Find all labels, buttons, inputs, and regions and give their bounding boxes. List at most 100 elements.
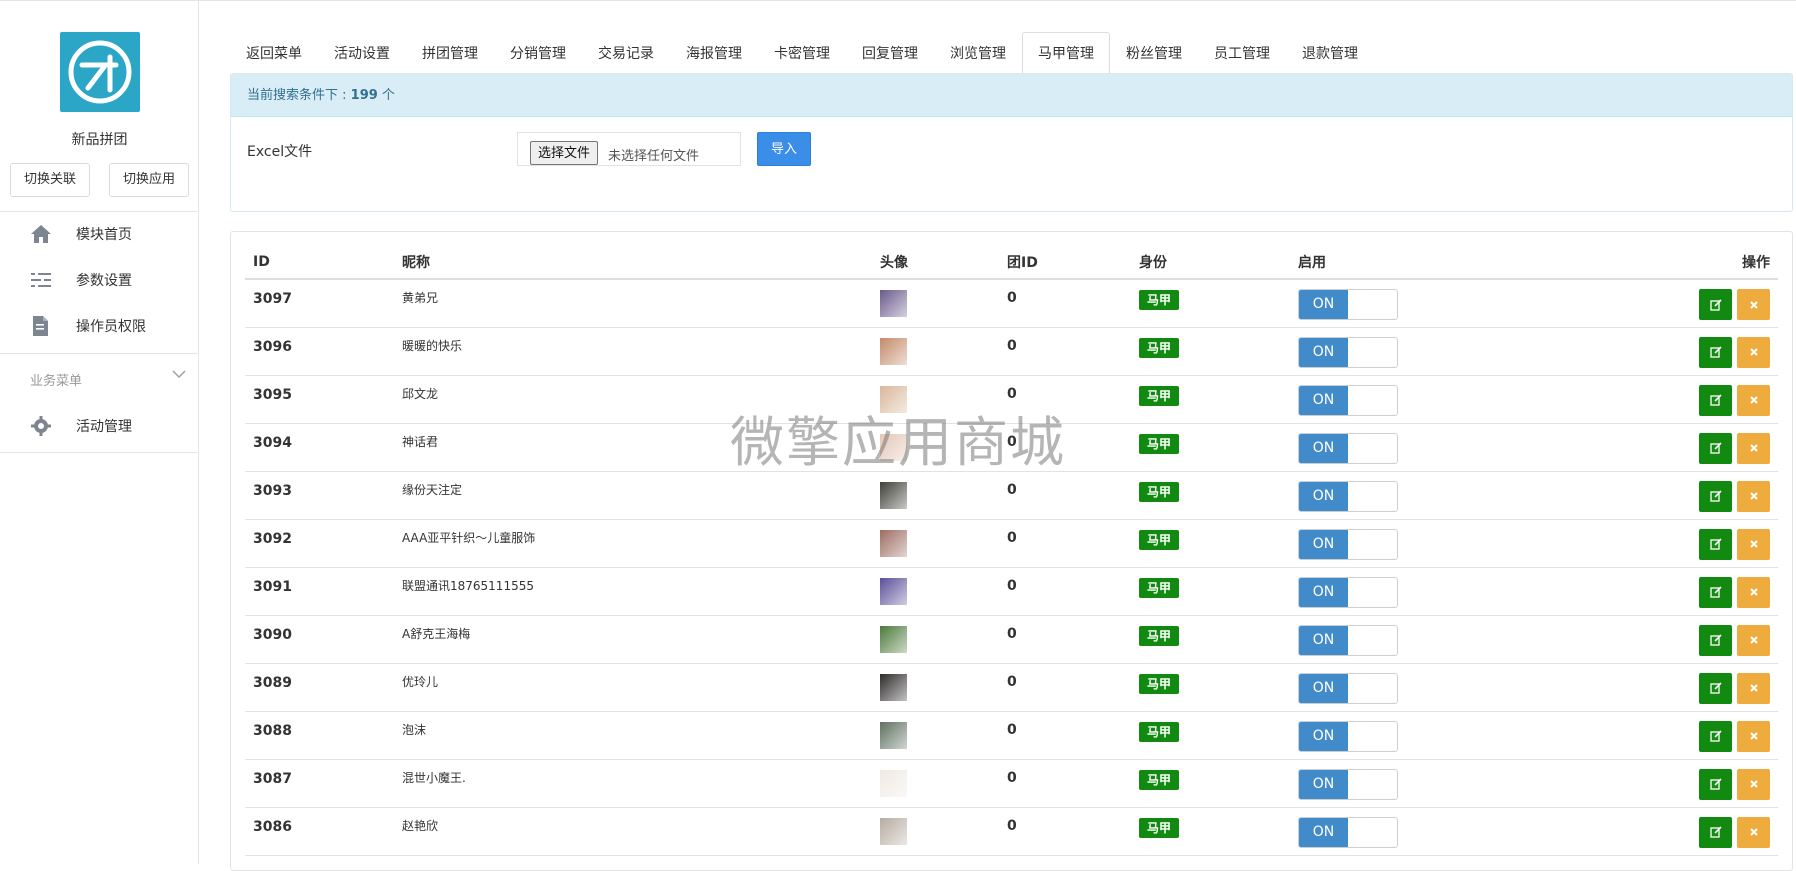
sidebar-item-params[interactable]: 参数设置 bbox=[0, 260, 199, 300]
row-actions bbox=[1554, 711, 1778, 760]
search-info-bar: 当前搜索条件下 : 199 个 bbox=[231, 74, 1792, 117]
column-header-nickname[interactable]: 昵称 bbox=[394, 246, 872, 280]
delete-button[interactable] bbox=[1737, 624, 1770, 656]
edit-button[interactable] bbox=[1699, 528, 1732, 560]
sidebar-item-operator-permissions[interactable]: 操作员权限 bbox=[0, 306, 199, 346]
enabled-toggle[interactable]: ON bbox=[1298, 528, 1398, 560]
row-group-id: 0 bbox=[999, 663, 1131, 712]
tab-activity-settings[interactable]: 活动设置 bbox=[318, 32, 406, 74]
sidebar-item-module-home[interactable]: 模块首页 bbox=[0, 214, 199, 254]
tab-distribution[interactable]: 分销管理 bbox=[494, 32, 582, 74]
business-menu-label: 业务菜单 bbox=[30, 374, 83, 389]
toggle-off-half bbox=[1348, 290, 1397, 319]
identity-badge: 马甲 bbox=[1139, 290, 1180, 310]
enabled-toggle[interactable]: ON bbox=[1298, 720, 1398, 752]
enabled-toggle[interactable]: ON bbox=[1298, 432, 1398, 464]
row-identity-cell: 马甲 bbox=[1131, 279, 1290, 328]
tab-staff[interactable]: 员工管理 bbox=[1198, 32, 1286, 74]
row-nickname: 联盟通讯18765111555 bbox=[394, 567, 872, 616]
tab-posters[interactable]: 海报管理 bbox=[670, 32, 758, 74]
row-identity-cell: 马甲 bbox=[1131, 759, 1290, 808]
edit-button[interactable] bbox=[1699, 624, 1732, 656]
close-icon bbox=[1749, 492, 1758, 500]
delete-button[interactable] bbox=[1737, 576, 1770, 608]
edit-icon bbox=[1709, 394, 1722, 406]
sidebar-item-activity-management[interactable]: 活动管理 bbox=[0, 406, 199, 446]
delete-button[interactable] bbox=[1737, 528, 1770, 560]
table-row: 3087 混世小魔王. 0 马甲 ON bbox=[245, 759, 1778, 808]
edit-icon bbox=[1709, 346, 1722, 358]
tab-back-menu[interactable]: 返回菜单 bbox=[230, 32, 318, 74]
enabled-toggle[interactable]: ON bbox=[1298, 289, 1398, 320]
close-icon bbox=[1749, 684, 1758, 692]
tab-browsing[interactable]: 浏览管理 bbox=[934, 32, 1022, 74]
tab-vest-management[interactable]: 马甲管理 bbox=[1022, 32, 1110, 75]
delete-button[interactable] bbox=[1737, 384, 1770, 416]
edit-button[interactable] bbox=[1699, 576, 1732, 608]
edit-icon bbox=[1709, 298, 1722, 311]
row-avatar-cell bbox=[872, 327, 999, 376]
edit-button[interactable] bbox=[1699, 672, 1732, 704]
search-info-prefix: 当前搜索条件下 : bbox=[247, 88, 351, 103]
enabled-toggle[interactable]: ON bbox=[1298, 816, 1398, 848]
column-header-actions: 操作 bbox=[1554, 246, 1778, 280]
row-group-id: 0 bbox=[999, 519, 1131, 568]
switch-app-button[interactable]: 切换应用 bbox=[109, 163, 189, 197]
edit-button[interactable] bbox=[1699, 336, 1732, 368]
enabled-toggle[interactable]: ON bbox=[1298, 480, 1398, 512]
tab-transactions[interactable]: 交易记录 bbox=[582, 32, 670, 74]
enabled-toggle[interactable]: ON bbox=[1298, 576, 1398, 608]
sidebar: 新品拼团 切换关联 切换应用 模块首页 参数设置 操作员权限 业务菜单 活动管理 bbox=[0, 1, 199, 864]
identity-badge: 马甲 bbox=[1139, 481, 1180, 502]
import-button[interactable]: 导入 bbox=[757, 132, 811, 166]
sidebar-divider bbox=[0, 452, 199, 453]
edit-icon bbox=[1709, 586, 1722, 598]
chevron-down-icon[interactable] bbox=[172, 368, 186, 383]
switch-link-button[interactable]: 切换关联 bbox=[10, 163, 90, 197]
row-id: 3096 bbox=[245, 327, 394, 376]
row-nickname: 缘份天注定 bbox=[394, 471, 872, 520]
edit-button[interactable] bbox=[1699, 432, 1732, 464]
delete-button[interactable] bbox=[1737, 672, 1770, 704]
toggle-on-label: ON bbox=[1299, 337, 1348, 367]
row-avatar-cell bbox=[872, 711, 999, 760]
file-input[interactable]: 选择文件 未选择任何文件 bbox=[517, 132, 741, 166]
edit-button[interactable] bbox=[1699, 480, 1732, 512]
edit-button[interactable] bbox=[1699, 720, 1732, 752]
close-icon bbox=[1749, 588, 1758, 596]
choose-file-button[interactable]: 选择文件 bbox=[530, 141, 599, 165]
delete-button[interactable] bbox=[1737, 336, 1770, 368]
enabled-toggle[interactable]: ON bbox=[1298, 672, 1398, 704]
row-group-id: 0 bbox=[999, 423, 1131, 472]
row-nickname: 赵艳欣 bbox=[394, 807, 872, 856]
tab-fans[interactable]: 粉丝管理 bbox=[1110, 32, 1198, 74]
delete-button[interactable] bbox=[1737, 768, 1770, 800]
enabled-toggle[interactable]: ON bbox=[1298, 768, 1398, 800]
delete-button[interactable] bbox=[1737, 432, 1770, 464]
edit-button[interactable] bbox=[1699, 384, 1732, 416]
enabled-toggle[interactable]: ON bbox=[1298, 384, 1398, 416]
row-actions bbox=[1554, 327, 1778, 376]
delete-button[interactable] bbox=[1737, 289, 1770, 320]
enabled-toggle[interactable]: ON bbox=[1298, 624, 1398, 656]
row-actions bbox=[1554, 279, 1778, 328]
tab-group-management[interactable]: 拼团管理 bbox=[406, 32, 494, 74]
edit-button[interactable] bbox=[1699, 816, 1732, 848]
row-actions bbox=[1554, 471, 1778, 520]
tab-replies[interactable]: 回复管理 bbox=[846, 32, 934, 74]
close-icon bbox=[1749, 636, 1758, 644]
column-header-id[interactable]: ID bbox=[245, 246, 394, 280]
enabled-toggle[interactable]: ON bbox=[1298, 336, 1398, 368]
delete-button[interactable] bbox=[1737, 816, 1770, 848]
edit-button[interactable] bbox=[1699, 289, 1732, 320]
row-group-id: 0 bbox=[999, 375, 1131, 424]
delete-button[interactable] bbox=[1737, 720, 1770, 752]
edit-button[interactable] bbox=[1699, 768, 1732, 800]
column-header-group-id[interactable]: 团ID bbox=[999, 246, 1131, 280]
home-icon bbox=[30, 223, 52, 245]
tab-card-keys[interactable]: 卡密管理 bbox=[758, 32, 846, 74]
row-identity-cell: 马甲 bbox=[1131, 567, 1290, 616]
delete-button[interactable] bbox=[1737, 480, 1770, 512]
tab-refunds[interactable]: 退款管理 bbox=[1286, 32, 1374, 74]
avatar bbox=[880, 769, 907, 797]
